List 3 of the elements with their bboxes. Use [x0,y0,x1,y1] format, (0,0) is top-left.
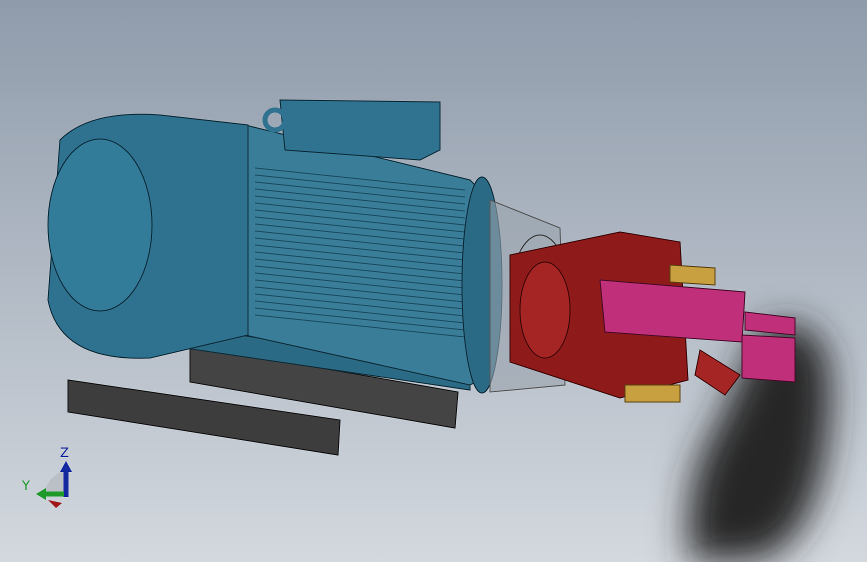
axis-label: Z [60,446,69,461]
axis-label: Y [22,479,30,494]
x-axis-arrow [48,500,62,508]
